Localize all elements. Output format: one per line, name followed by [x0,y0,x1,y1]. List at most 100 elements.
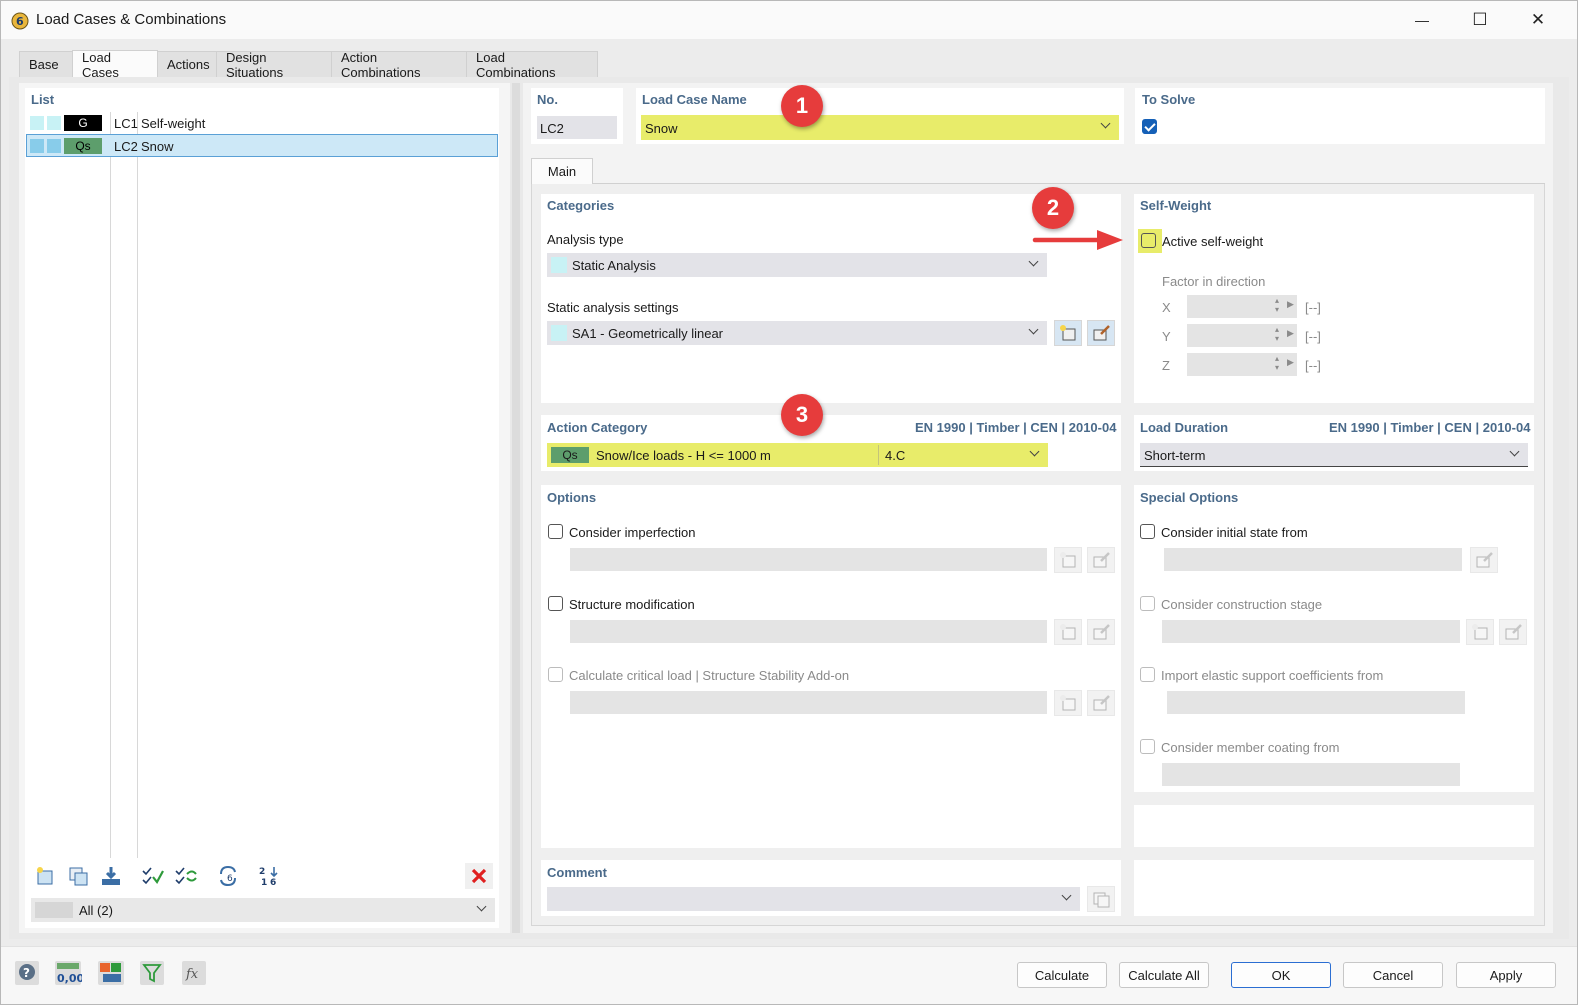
text-style-button[interactable] [97,959,125,987]
static-settings-dropdown[interactable]: SA1 - Geometrically linear [547,321,1047,345]
unit-label: [--] [1305,300,1321,315]
subtab-label: Main [547,164,577,179]
edit-construction-stage-button[interactable] [1499,619,1527,645]
dialog-footer [1,946,1577,1004]
edit-imperfection-button[interactable] [1087,547,1115,573]
edit-static-settings-button[interactable] [1087,320,1115,346]
imperfection-field [570,548,1047,571]
calculate-button[interactable]: Calculate [1017,962,1107,988]
critical-load-checkbox[interactable] [548,667,563,682]
edit-critical-load-button[interactable] [1087,690,1115,716]
tab-load-cases[interactable]: Load Cases [72,50,158,80]
tab-label: Design Situations [226,49,284,80]
calculate-all-button[interactable]: Calculate All [1119,962,1209,988]
help-button[interactable]: ? [13,959,41,987]
new-construction-stage-button[interactable] [1466,619,1494,645]
import-button[interactable] [97,863,125,889]
load-case-id: LC2 [114,139,138,154]
structure-modification-label: Structure modification [569,597,695,612]
new-load-case-button[interactable] [31,863,59,889]
new-imperfection-button[interactable] [1054,547,1082,573]
color-swatch [47,139,61,153]
consider-imperfection-checkbox[interactable] [548,524,563,539]
construction-stage-checkbox[interactable] [1140,596,1155,611]
category-badge: Qs [551,447,589,463]
list-item-selected[interactable]: Qs LC2 Snow [26,134,498,157]
load-duration-dropdown[interactable]: Short-term [1140,443,1528,467]
ok-button[interactable]: OK [1231,962,1331,988]
structure-modification-checkbox[interactable] [548,596,563,611]
load-case-name-dropdown[interactable]: Snow [641,115,1119,140]
list-column-divider [110,112,111,858]
apply-button[interactable]: Apply [1456,962,1556,988]
renumber-button[interactable]: 6 [214,863,242,889]
delete-button[interactable] [465,863,493,889]
units-button[interactable]: 0,00 [54,959,82,987]
check-all-button[interactable] [139,863,167,889]
new-icon [1060,552,1076,568]
action-category-dropdown[interactable]: Qs Snow/Ice loads - H <= 1000 m 4.C [547,443,1048,467]
critical-load-field [570,691,1047,714]
special-options-title: Special Options [1140,490,1239,505]
copy-load-case-button[interactable] [64,863,92,889]
active-self-weight-checkbox[interactable] [1141,233,1156,248]
chevron-down-icon [1029,257,1039,267]
member-coating-checkbox[interactable] [1140,739,1155,754]
edit-icon [1476,552,1493,568]
text-style-icon [98,961,124,985]
formula-icon: fx [182,961,206,985]
categories-panel [541,194,1121,403]
edit-icon [1505,624,1522,640]
chevron-down-icon [477,902,487,912]
new-static-settings-button[interactable] [1054,320,1082,346]
tab-actions[interactable]: Actions [157,51,217,77]
formula-button[interactable]: fx [180,959,208,987]
edit-icon [1093,325,1110,341]
initial-state-label: Consider initial state from [1161,525,1308,540]
comment-dropdown[interactable] [547,887,1080,911]
to-solve-checkbox[interactable] [1142,119,1157,134]
member-coating-field [1162,763,1460,786]
load-case-name: Snow [141,139,174,154]
apply-label: Apply [1489,967,1523,983]
tab-load-combinations[interactable]: Load Combinations [466,50,598,80]
list-item[interactable]: G LC1 Self-weight [26,112,498,134]
close-button[interactable]: ✕ [1509,1,1567,39]
spin-icon: ▴ ▾ [1275,296,1280,314]
tab-action-combinations[interactable]: Action Combinations [331,50,467,80]
elastic-support-checkbox[interactable] [1140,667,1155,682]
subtab-main[interactable]: Main [531,158,593,184]
maximize-button[interactable]: ☐ [1451,1,1509,39]
edit-modification-button[interactable] [1087,619,1115,645]
tab-base[interactable]: Base [19,51,73,77]
factor-direction-label: Factor in direction [1162,274,1266,289]
factor-x-field: ▴ ▾ ▶ [1187,295,1297,318]
tab-design-situations[interactable]: Design Situations [216,49,332,80]
sort-button[interactable]: 216 [255,863,283,889]
list-filter-dropdown[interactable]: All (2) [31,898,495,922]
arrow-right-icon: ▶ [1287,328,1294,338]
minimize-button[interactable]: — [1393,1,1451,39]
annotation-badge-3: 3 [781,394,823,436]
new-icon [37,867,53,885]
load-case-name-label: Load Case Name [642,92,747,107]
initial-state-checkbox[interactable] [1140,524,1155,539]
units-icon: 0,00 [55,961,82,985]
chevron-down-icon [1101,119,1111,129]
edit-initial-state-button[interactable] [1470,547,1498,573]
cancel-button[interactable]: Cancel [1343,962,1443,988]
number-field: LC2 [537,116,617,139]
direction-z-label: Z [1162,358,1170,373]
comment-library-button[interactable] [1087,886,1115,912]
svg-text:0,00: 0,00 [57,972,82,985]
pane-splitter[interactable] [512,83,520,933]
new-modification-button[interactable] [1054,619,1082,645]
analysis-type-dropdown[interactable]: Static Analysis [547,253,1047,277]
edit-icon [1093,552,1110,568]
toggle-check-button[interactable] [172,863,200,889]
new-critical-load-button[interactable] [1054,690,1082,716]
help-icon: ? [15,961,39,985]
chevron-down-icon [1062,891,1072,901]
filter-button[interactable] [138,959,166,987]
number-value: LC2 [540,121,564,136]
